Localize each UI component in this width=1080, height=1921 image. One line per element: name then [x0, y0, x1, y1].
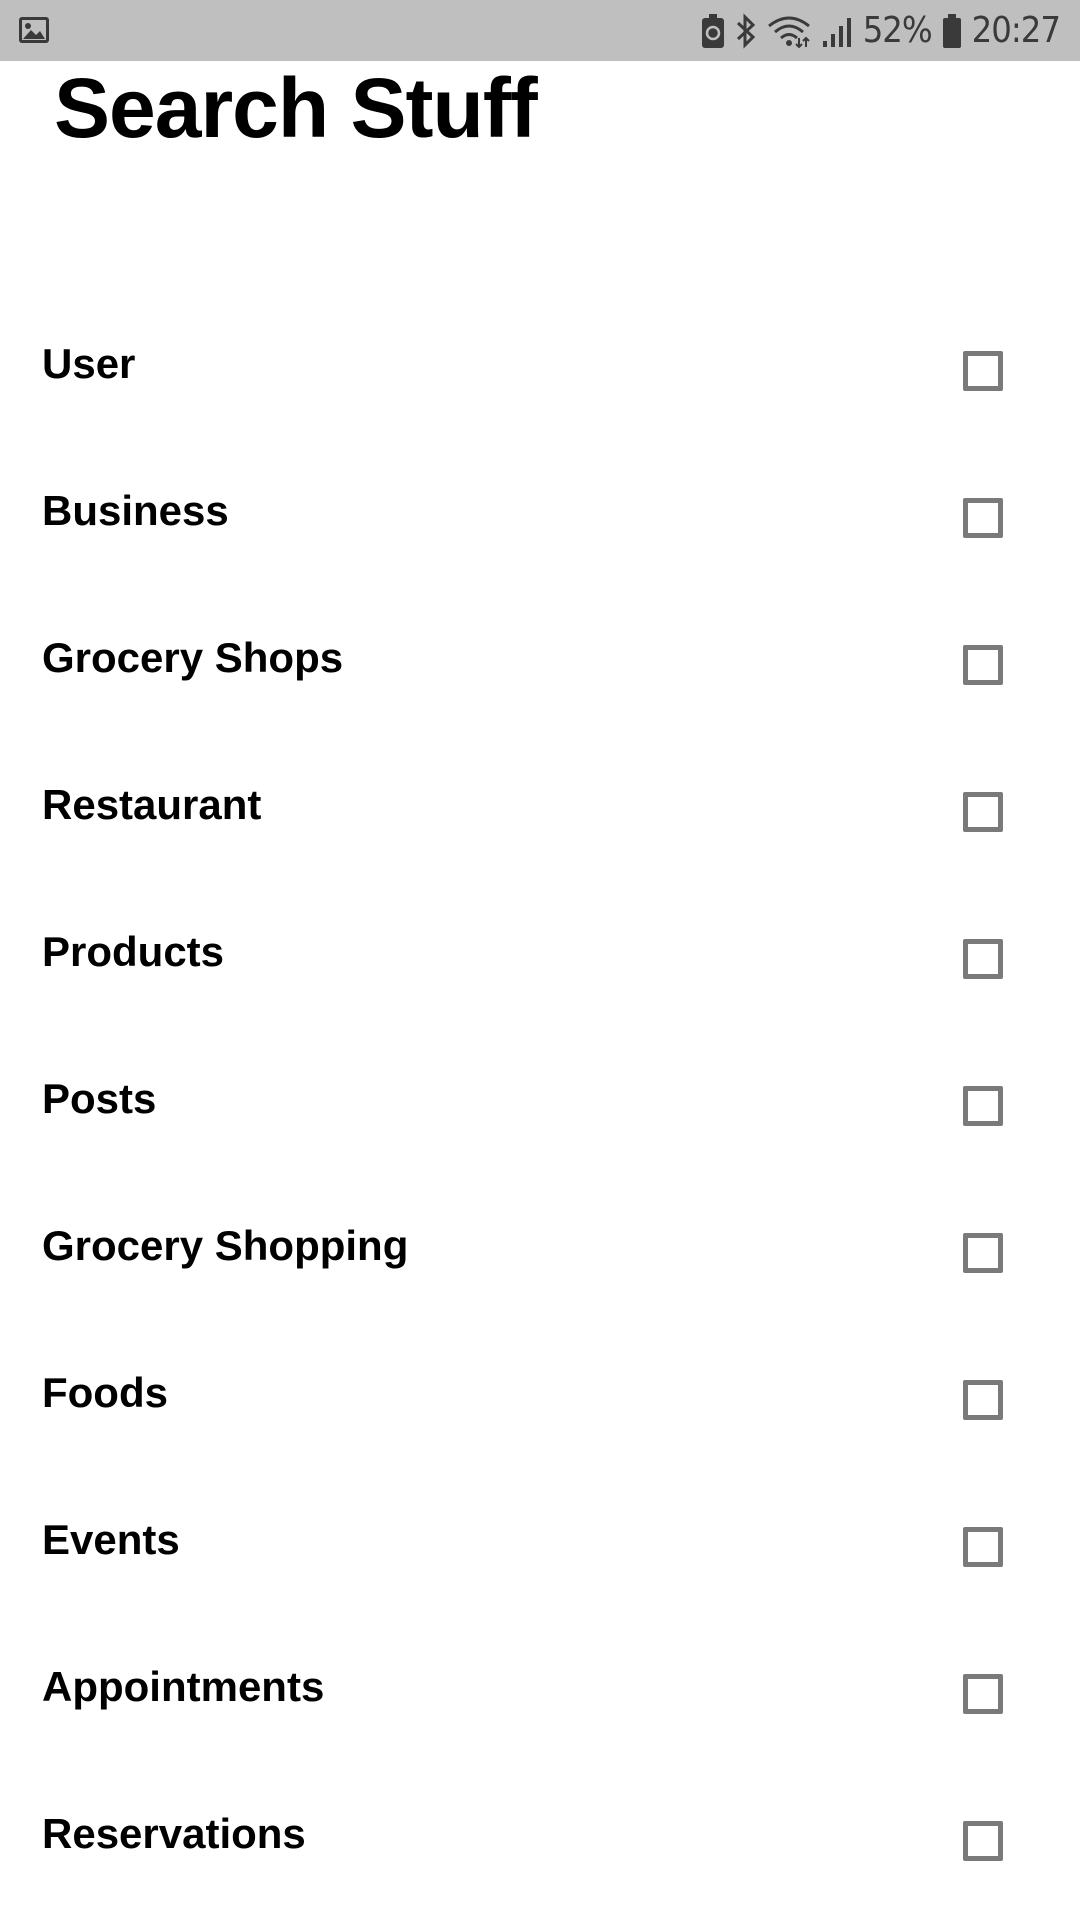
option-label: Reservations	[42, 1810, 306, 1857]
status-bar: 52% 20:27	[0, 0, 1080, 61]
signal-icon	[821, 14, 853, 48]
option-label: Business	[42, 487, 229, 534]
option-label: Foods	[42, 1369, 168, 1416]
option-row-grocery-shops[interactable]: Grocery Shops	[0, 598, 1080, 745]
option-label: Posts	[42, 1075, 157, 1122]
page-title: Search Stuff	[54, 61, 538, 155]
option-label: Events	[42, 1516, 180, 1563]
checkbox[interactable]	[963, 939, 1003, 979]
battery-saver-icon	[701, 13, 725, 48]
option-label: Grocery Shopping	[42, 1222, 409, 1269]
image-icon	[18, 14, 50, 46]
option-row-appointments[interactable]: Appointments	[0, 1627, 1080, 1774]
option-row-user[interactable]: User	[0, 304, 1080, 451]
battery-percent: 52%	[862, 10, 933, 51]
bluetooth-icon	[735, 12, 757, 49]
battery-icon	[942, 13, 962, 48]
checkbox[interactable]	[963, 792, 1003, 832]
checkbox[interactable]	[963, 1527, 1003, 1567]
option-row-grocery-shopping[interactable]: Grocery Shopping	[0, 1186, 1080, 1333]
checkbox[interactable]	[963, 351, 1003, 391]
checkbox[interactable]	[963, 645, 1003, 685]
option-label: Grocery Shops	[42, 634, 344, 681]
checkbox[interactable]	[963, 1233, 1003, 1273]
search-options-list: User Business Grocery Shops Restaurant P…	[0, 304, 1080, 1921]
option-row-products[interactable]: Products	[0, 892, 1080, 1039]
option-row-reservations[interactable]: Reservations	[0, 1774, 1080, 1921]
option-label: Restaurant	[42, 781, 262, 828]
option-label: Products	[42, 928, 225, 975]
option-row-restaurant[interactable]: Restaurant	[0, 745, 1080, 892]
checkbox[interactable]	[963, 1674, 1003, 1714]
option-label: Appointments	[42, 1663, 325, 1710]
checkbox[interactable]	[963, 1380, 1003, 1420]
wifi-icon	[767, 14, 811, 48]
checkbox[interactable]	[963, 1821, 1003, 1861]
option-row-foods[interactable]: Foods	[0, 1333, 1080, 1480]
option-row-posts[interactable]: Posts	[0, 1039, 1080, 1186]
checkbox[interactable]	[963, 1086, 1003, 1126]
option-row-events[interactable]: Events	[0, 1480, 1080, 1627]
status-icons: 52% 20:27	[701, 0, 1061, 61]
checkbox[interactable]	[963, 498, 1003, 538]
option-row-business[interactable]: Business	[0, 451, 1080, 598]
option-label: User	[42, 340, 136, 387]
clock: 20:27	[971, 10, 1061, 51]
